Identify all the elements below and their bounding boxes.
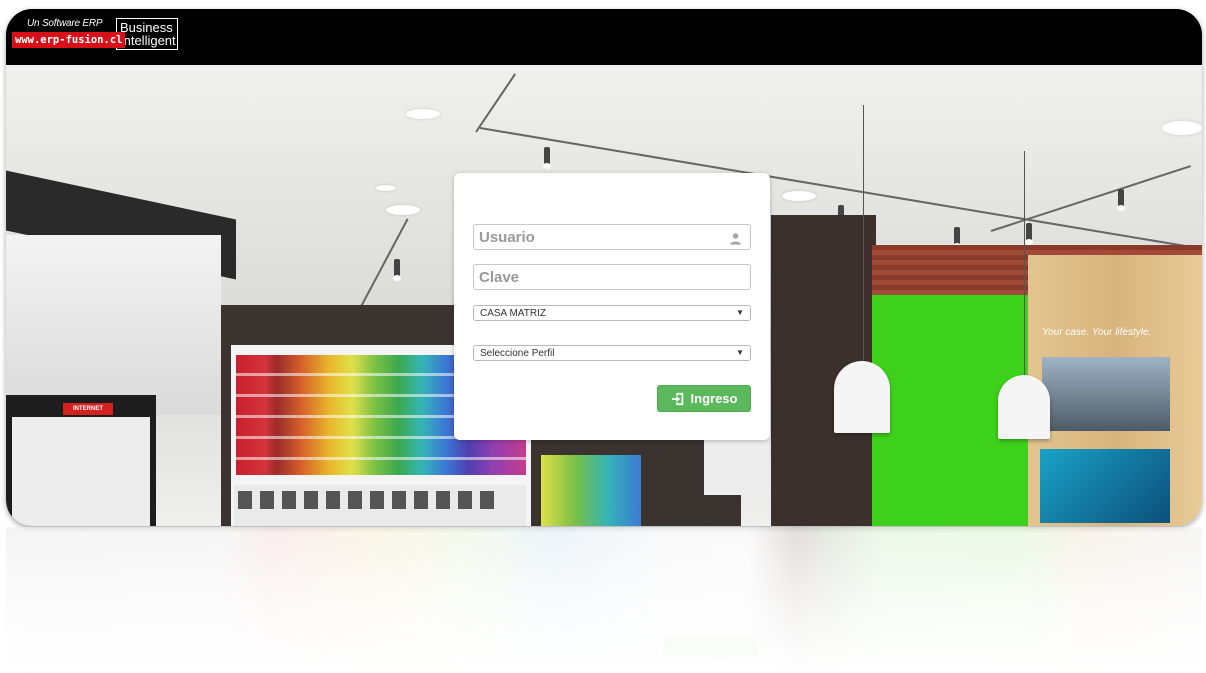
chevron-down-icon: ▼	[736, 348, 744, 357]
branch-select-value: CASA MATRIZ	[480, 308, 546, 319]
spotlight	[393, 259, 401, 281]
password-input[interactable]	[473, 264, 751, 290]
brand-logo-left: Un Software ERP www.erp-fusion.cl	[12, 18, 126, 50]
login-panel: CASA MATRIZ ▼ Seleccione Perfil ▼ Ingres…	[454, 173, 770, 440]
shelf-bottom-row	[234, 485, 526, 526]
ceiling-light	[386, 205, 420, 215]
brand-logo[interactable]: Un Software ERP www.erp-fusion.cl Busine…	[12, 18, 178, 54]
profile-select[interactable]: Seleccione Perfil ▼	[473, 345, 751, 361]
profile-select-value: Seleccione Perfil	[480, 348, 555, 359]
scene-left-wall	[6, 235, 221, 415]
wall-poster	[1042, 357, 1170, 431]
username-input[interactable]	[473, 224, 751, 250]
login-button-label: Ingreso	[690, 391, 738, 406]
window-reflection	[6, 527, 1202, 673]
ceiling-light	[782, 191, 816, 201]
lamp-cord	[1024, 151, 1025, 377]
ceiling-light	[406, 109, 440, 119]
brand-tagline: Un Software ERP	[27, 18, 103, 29]
brand-url: www.erp-fusion.cl	[12, 32, 126, 48]
header-bar: Un Software ERP www.erp-fusion.cl Busine…	[6, 9, 1202, 65]
ceiling-light	[376, 185, 396, 191]
scene-door-glass	[12, 417, 150, 526]
chevron-down-icon: ▼	[736, 308, 744, 317]
spotlight	[543, 147, 551, 169]
wall-slogan: Your case. Your lifestyle.	[1042, 327, 1152, 338]
internet-sign: INTERNET	[63, 403, 113, 415]
shelf-products-secondary	[541, 455, 641, 526]
brand-product-line2: Intelligent	[120, 33, 176, 48]
pendant-lamp	[834, 361, 890, 433]
pendant-lamp	[998, 375, 1050, 439]
user-icon	[730, 233, 741, 245]
ceiling-light	[1162, 121, 1202, 135]
spotlight	[1025, 223, 1033, 245]
spotlight	[953, 227, 961, 249]
sign-in-icon	[671, 392, 683, 405]
branch-select[interactable]: CASA MATRIZ ▼	[473, 305, 751, 321]
spotlight	[1117, 189, 1125, 211]
login-button[interactable]: Ingreso	[657, 385, 751, 412]
wall-poster	[1040, 449, 1170, 523]
lamp-cord	[863, 105, 864, 363]
reflection-fade	[6, 527, 1202, 673]
